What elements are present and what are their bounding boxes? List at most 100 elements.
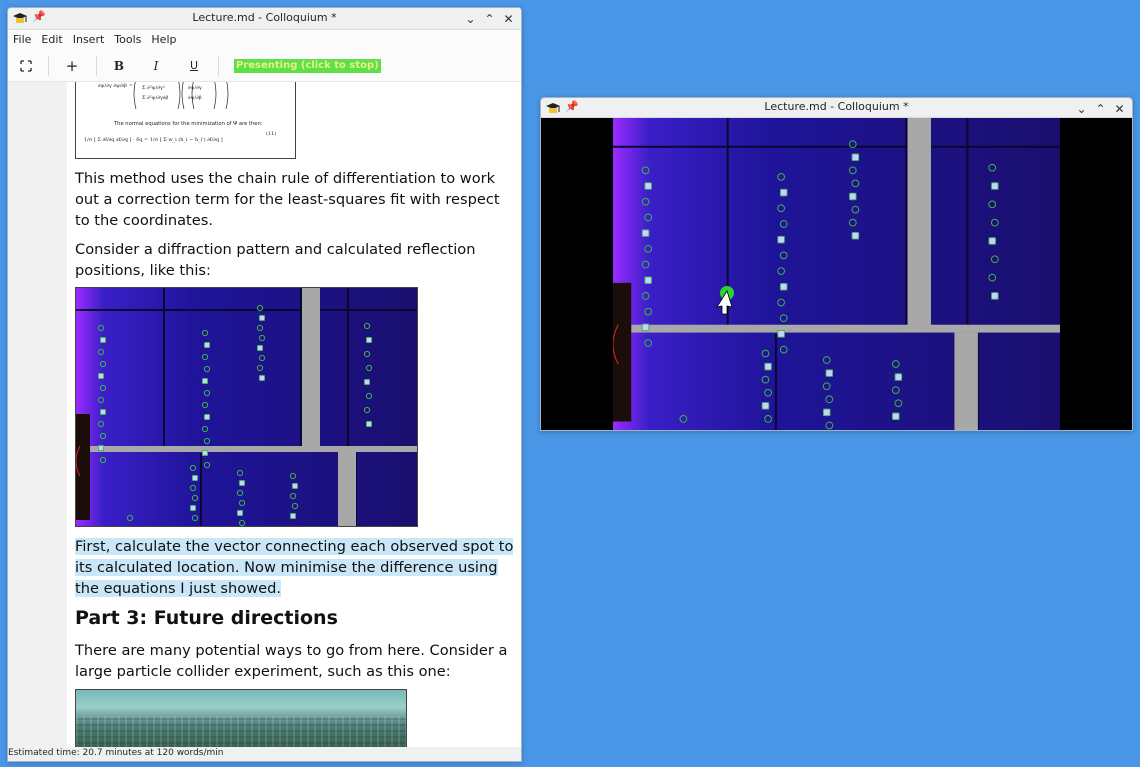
menu-file[interactable]: File xyxy=(8,30,36,50)
add-button[interactable]: + xyxy=(64,58,80,74)
presentation-slide[interactable] xyxy=(541,118,1132,430)
app-icon xyxy=(13,13,27,23)
presenting-button[interactable]: Presenting (click to stop) xyxy=(234,59,381,73)
observed-spot xyxy=(988,237,996,245)
observed-spot xyxy=(192,475,198,481)
bold-button[interactable]: B xyxy=(111,58,127,74)
svg-text:1/σ [ Σ ∂f/∂q ∂f/∂q ] · δq =: 1/σ [ Σ ∂f/∂q ∂f/∂q ] · δq = 1/σ [ Σ w_i… xyxy=(84,136,223,143)
shadow-region xyxy=(613,282,632,422)
status-bar: Estimated time: 20.7 minutes at 120 word… xyxy=(8,747,521,761)
close-icon[interactable]: ✕ xyxy=(500,11,517,27)
observed-spot xyxy=(644,276,652,284)
observed-spot xyxy=(777,330,785,338)
diffraction-image xyxy=(75,287,418,527)
maximize-icon[interactable]: ⌃ xyxy=(481,11,498,27)
observed-spot xyxy=(851,232,860,240)
observed-spot xyxy=(849,192,857,201)
presentation-title: Lecture.md - Colloquium * xyxy=(764,100,909,113)
observed-spot xyxy=(202,450,208,456)
observed-spot xyxy=(366,337,372,343)
paragraph-collider: There are many potential ways to go from… xyxy=(75,642,508,680)
observed-spot xyxy=(204,414,210,420)
beam-stop-lower xyxy=(338,452,356,526)
fullscreen-icon[interactable] xyxy=(18,58,34,74)
observed-spot xyxy=(825,369,833,377)
observed-spot xyxy=(780,283,788,291)
minimize-icon[interactable]: ⌄ xyxy=(1073,101,1090,117)
shadow-region xyxy=(76,414,90,520)
presentation-window: 📌 Lecture.md - Colloquium * ⌄ ⌃ ✕ xyxy=(540,97,1133,431)
minimize-icon[interactable]: ⌄ xyxy=(462,11,479,27)
observed-spot xyxy=(257,345,263,351)
editor-window: 📌 Lecture.md - Colloquium * ⌄ ⌃ ✕ File E… xyxy=(7,7,522,762)
svg-text:Σ ∂²ψ/∂γ∂β: Σ ∂²ψ/∂γ∂β xyxy=(142,95,168,101)
observed-spot xyxy=(364,379,370,385)
pin-icon[interactable]: 📌 xyxy=(565,100,579,113)
underline-button[interactable]: U xyxy=(186,58,202,74)
observed-spot xyxy=(851,153,860,161)
observed-spot xyxy=(644,182,652,190)
svg-text:∂ψ/∂γ ∂ψ/∂β =: ∂ψ/∂γ ∂ψ/∂β = xyxy=(98,83,133,89)
paragraph-chain-rule: This method uses the chain rule of diffe… xyxy=(75,170,500,229)
close-icon[interactable]: ✕ xyxy=(1111,101,1128,117)
menu-help[interactable]: Help xyxy=(146,30,181,50)
observed-spot xyxy=(98,373,104,379)
beam-stop-lower xyxy=(954,332,978,430)
equation-matrix: ∂ψ/∂γ ∂ψ/∂β = Σ ∂²ψ/∂γ² Σ ∂²ψ/∂γ∂β ∂ψ/∂γ ∂… xyxy=(84,82,276,143)
window-title: Lecture.md - Colloquium * xyxy=(192,11,337,24)
beam-stop-horizontal xyxy=(76,446,417,452)
observed-spot xyxy=(259,375,265,381)
paragraph-vector: First, calculate the vector connecting e… xyxy=(75,536,515,599)
observed-spot xyxy=(98,445,104,451)
observed-spot xyxy=(780,188,788,197)
observed-spot xyxy=(259,315,265,321)
observed-spot xyxy=(100,409,106,415)
observed-spot xyxy=(292,483,298,489)
observed-spot xyxy=(823,408,831,417)
document-content[interactable]: ∂ψ/∂γ ∂ψ/∂β = Σ ∂²ψ/∂γ² Σ ∂²ψ/∂γ∂β ∂ψ/∂γ ∂… xyxy=(67,82,521,747)
menu-tools[interactable]: Tools xyxy=(109,30,146,50)
maximize-icon[interactable]: ⌃ xyxy=(1092,101,1109,117)
observed-spot xyxy=(237,510,243,516)
menubar: File Edit Insert Tools Help xyxy=(8,30,521,50)
menu-insert[interactable]: Insert xyxy=(68,30,110,50)
svg-text:∂ψ/∂β: ∂ψ/∂β xyxy=(188,95,202,101)
scrollbar[interactable] xyxy=(515,82,521,747)
observed-spot xyxy=(761,402,770,410)
beam-stop-horizontal xyxy=(613,324,1060,333)
equation-image: ∂ψ/∂γ ∂ψ/∂β = Σ ∂²ψ/∂γ² Σ ∂²ψ/∂γ∂β ∂ψ/∂γ ∂… xyxy=(75,82,296,159)
observed-spot xyxy=(641,323,650,331)
observed-spot xyxy=(290,513,296,519)
observed-spot xyxy=(190,505,196,511)
observed-spot xyxy=(894,373,903,381)
observed-spot xyxy=(991,182,999,190)
slide-sidebar[interactable] xyxy=(8,82,67,747)
slide-diffraction-image xyxy=(613,118,1060,430)
equation-caption: The normal equations for the minimizatio… xyxy=(113,121,263,127)
collider-aerial-photo xyxy=(75,689,407,747)
svg-text:∂ψ/∂γ: ∂ψ/∂γ xyxy=(188,85,202,91)
observed-spot xyxy=(366,421,372,427)
observed-spot xyxy=(892,412,900,420)
observed-spot xyxy=(204,342,210,348)
observed-spot xyxy=(777,236,785,244)
pin-icon[interactable]: 📌 xyxy=(32,10,46,23)
observed-spot xyxy=(764,362,772,371)
equation-number: (11) xyxy=(266,130,276,137)
editor-titlebar[interactable]: 📌 Lecture.md - Colloquium * ⌄ ⌃ ✕ xyxy=(8,8,521,30)
menu-edit[interactable]: Edit xyxy=(36,30,67,50)
italic-button[interactable]: I xyxy=(148,58,164,74)
beam-stop-vertical xyxy=(302,288,320,448)
highlighted-text: First, calculate the vector connecting e… xyxy=(75,538,514,597)
presentation-titlebar[interactable]: 📌 Lecture.md - Colloquium * ⌄ ⌃ ✕ xyxy=(541,98,1132,118)
beam-stop-vertical xyxy=(907,118,931,328)
svg-text:Σ ∂²ψ/∂γ²: Σ ∂²ψ/∂γ² xyxy=(142,85,165,91)
app-icon xyxy=(546,103,560,113)
paragraph-diffraction: Consider a diffraction pattern and calcu… xyxy=(75,241,476,279)
observed-spot xyxy=(239,480,245,486)
observed-spot xyxy=(202,378,208,384)
observed-spot xyxy=(991,292,999,300)
heading-future-directions: Part 3: Future directions xyxy=(75,607,338,629)
observed-spot xyxy=(100,337,106,343)
observed-spot xyxy=(641,229,650,237)
